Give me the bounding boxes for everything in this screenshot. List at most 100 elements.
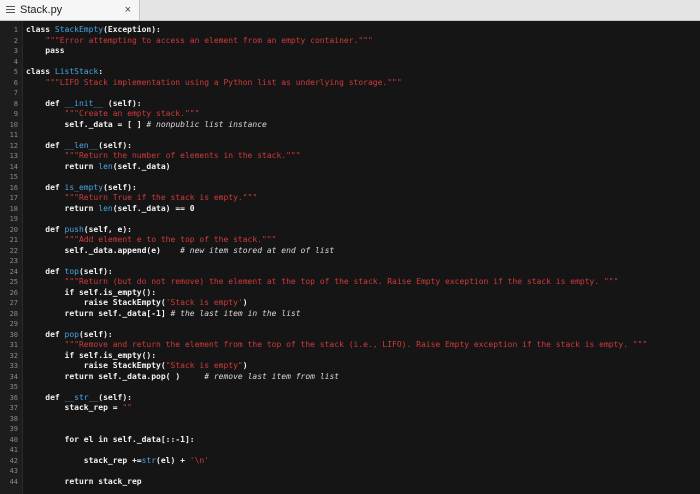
code-line[interactable]: 35 xyxy=(0,382,700,393)
code-token: stack_rep += xyxy=(83,455,142,465)
code-token: ) xyxy=(242,298,248,307)
code-token: el xyxy=(83,434,99,444)
code-line[interactable]: 27 raise StackEmpty('Stack is empty') xyxy=(0,298,700,309)
line-number: 14 xyxy=(9,162,18,171)
code-line[interactable]: 32 if self.is_empty(): xyxy=(0,351,700,362)
code-line[interactable]: 20 def push(self, e): xyxy=(0,225,700,236)
code-token: return xyxy=(64,161,99,171)
code-line[interactable]: 8 def __init__ (self): xyxy=(0,99,700,110)
code-line[interactable]: 9 """Create an empty stack.""" xyxy=(0,109,700,120)
code-line[interactable]: 3 pass xyxy=(0,46,700,57)
code-line[interactable]: 38 xyxy=(0,414,700,425)
code-token: StackEmpty( xyxy=(112,298,166,307)
code-text: pass xyxy=(20,46,64,57)
code-token: if xyxy=(64,287,79,297)
code-token: ) xyxy=(242,361,248,370)
code-line[interactable]: 10 self._data = [ ] # nonpublic list ins… xyxy=(0,120,700,131)
code-line[interactable]: 31 """Remove and return the element from… xyxy=(0,340,700,351)
line-number: 25 xyxy=(9,278,18,286)
code-line[interactable]: 16 def is_empty(self): xyxy=(0,183,700,194)
code-line[interactable]: 28 return self._data[-1] # the last item… xyxy=(0,309,700,320)
tab-stack-py[interactable]: Stack.py × xyxy=(0,0,140,20)
code-text: class StackEmpty(Exception): xyxy=(20,25,161,36)
code-token: def xyxy=(45,266,65,276)
code-token: def xyxy=(45,140,65,150)
code-text: return self._data[-1] # the last item in… xyxy=(20,309,301,320)
code-line[interactable]: 23 xyxy=(0,256,700,267)
code-token: (self._data) == 0 xyxy=(112,203,195,213)
line-number: 37 xyxy=(9,404,18,412)
code-text: """Return True if the stack is empty.""" xyxy=(20,193,258,204)
code-token: stack_rep = xyxy=(64,403,123,412)
code-line[interactable]: 11 xyxy=(0,130,700,141)
code-text: raise StackEmpty('Stack is empty') xyxy=(20,298,248,309)
code-line[interactable]: 1 class StackEmpty(Exception): xyxy=(0,25,700,36)
line-number: 17 xyxy=(9,194,18,202)
code-token: self._data.pop( ) xyxy=(98,371,205,381)
code-text: if self.is_empty(): xyxy=(20,351,157,362)
code-text: """Create an empty stack.""" xyxy=(20,109,200,120)
code-line[interactable]: 37 stack_rep = "" xyxy=(0,403,700,414)
code-token: "Stack is empty" xyxy=(165,361,243,370)
code-line[interactable]: 34 return self._data.pop( ) # remove las… xyxy=(0,372,700,383)
code-line[interactable]: 40 for el in self._data[::-1]: xyxy=(0,435,700,446)
code-token: # the last item in the list xyxy=(170,308,301,318)
code-token: str xyxy=(141,455,157,465)
code-line[interactable]: 7 xyxy=(0,88,700,99)
code-text: """Return the number of elements in the … xyxy=(20,151,301,162)
code-line[interactable]: 5 class ListStack: xyxy=(0,67,700,78)
code-line[interactable]: 17 """Return True if the stack is empty.… xyxy=(0,193,700,204)
code-line[interactable]: 25 """Return (but do not remove) the ele… xyxy=(0,277,700,288)
code-token: StackEmpty xyxy=(54,25,104,34)
line-number: 8 xyxy=(13,99,18,108)
code-line[interactable]: 36 def __str__(self): xyxy=(0,393,700,404)
code-line[interactable]: 39 xyxy=(0,424,700,435)
code-text: for el in self._data[::-1]: xyxy=(20,435,195,446)
code-editor[interactable]: 1 class StackEmpty(Exception): 2 """Error … xyxy=(0,21,700,494)
code-line[interactable]: 21 """Add element e to the top of the st… xyxy=(0,235,700,246)
code-text: class ListStack: xyxy=(20,67,103,78)
code-line[interactable]: 43 xyxy=(0,466,700,477)
code-line[interactable]: 26 if self.is_empty(): xyxy=(0,288,700,299)
code-line[interactable]: 19 xyxy=(0,214,700,225)
code-token: self.is_empty(): xyxy=(78,287,157,297)
line-number: 32 xyxy=(9,351,18,360)
code-line[interactable]: 13 """Return the number of elements in t… xyxy=(0,151,700,162)
code-line[interactable]: 14 return len(self._data) xyxy=(0,162,700,173)
line-number: 21 xyxy=(9,236,18,244)
code-line[interactable]: 4 xyxy=(0,57,700,68)
close-icon[interactable]: × xyxy=(125,3,131,17)
code-line[interactable]: 44 return stack_rep xyxy=(0,477,700,488)
code-line[interactable]: 33 raise StackEmpty("Stack is empty") xyxy=(0,361,700,372)
code-token: (self): xyxy=(103,98,142,108)
line-number: 5 xyxy=(13,68,18,76)
code-line[interactable]: 15 xyxy=(0,172,700,183)
code-line[interactable]: 41 xyxy=(0,445,700,456)
code-text: def is_empty(self): xyxy=(20,183,137,194)
code-line[interactable]: 22 self._data.append(e) # new item store… xyxy=(0,246,700,257)
code-token: self._data.append(e) xyxy=(64,245,181,255)
line-number: 7 xyxy=(13,89,18,97)
code-line[interactable]: 2 """Error attempting to access an eleme… xyxy=(0,36,700,47)
code-line[interactable]: 6 """LIFO Stack implementation using a P… xyxy=(0,78,700,89)
menu-icon[interactable] xyxy=(6,6,15,14)
code-lines: 1 class StackEmpty(Exception): 2 """Error … xyxy=(0,25,700,487)
code-line[interactable]: 29 xyxy=(0,319,700,330)
code-token: self._data[-1] xyxy=(98,308,171,318)
line-number: 11 xyxy=(9,131,18,139)
code-token: """Return the number of elements in the … xyxy=(64,151,301,160)
code-line[interactable]: 30 def pop(self): xyxy=(0,330,700,341)
code-line[interactable]: 18 return len(self._data) == 0 xyxy=(0,204,700,215)
code-line[interactable]: 12 def __len__(self): xyxy=(0,141,700,152)
code-line[interactable]: 24 def top(self): xyxy=(0,267,700,278)
code-line[interactable]: 42 stack_rep +=str(el) + '\n' xyxy=(0,456,700,467)
